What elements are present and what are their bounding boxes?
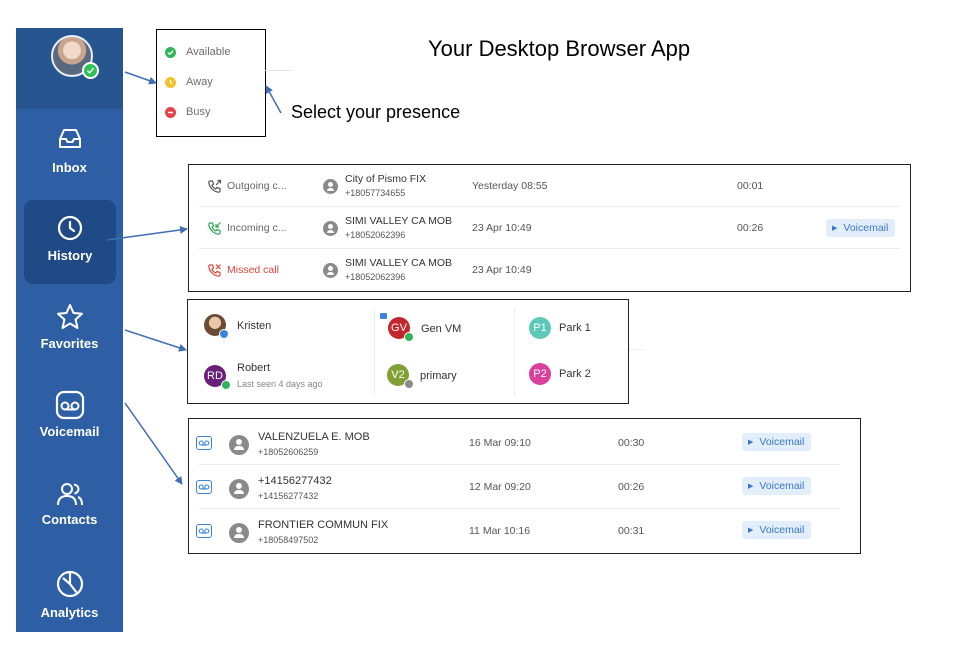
arrow-caption-to-presence bbox=[265, 85, 282, 114]
annotation-arrows bbox=[106, 71, 282, 485]
arrow-voicemail bbox=[124, 402, 183, 485]
arrow-favorites bbox=[124, 329, 187, 352]
arrow-history bbox=[106, 225, 188, 241]
arrow-avatar-to-presence bbox=[124, 71, 157, 85]
